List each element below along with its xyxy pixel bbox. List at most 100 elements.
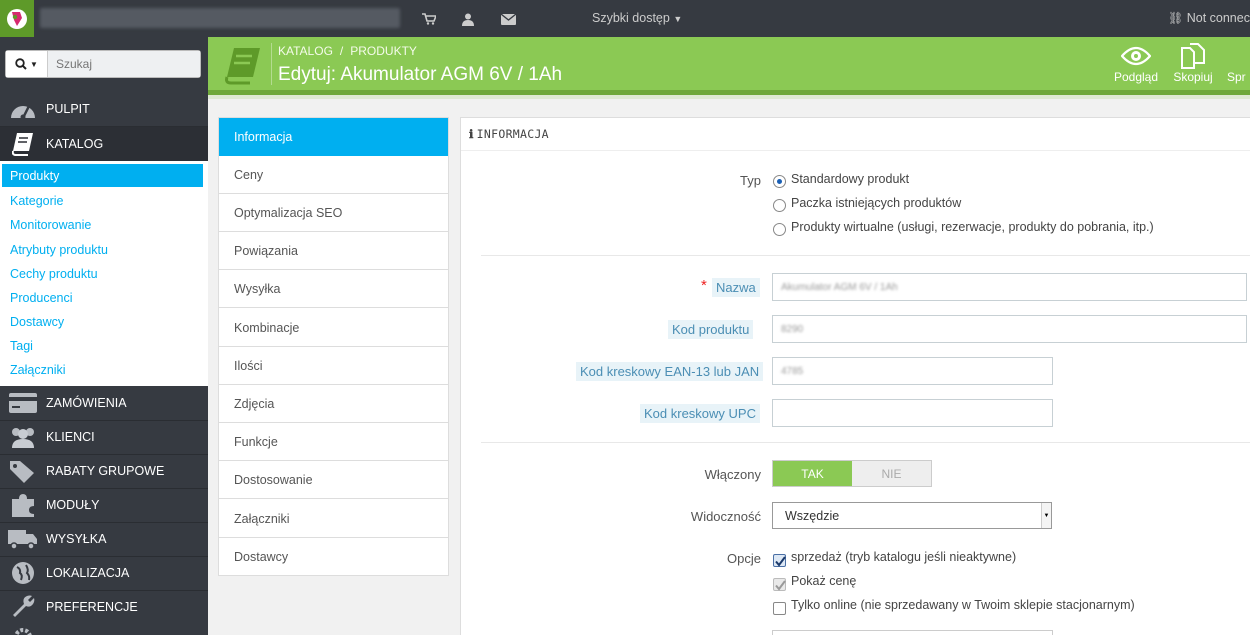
connection-status[interactable]: ⛓ Not connect: [1168, 11, 1250, 25]
options-label: Opcje: [727, 551, 761, 566]
submenu-item-produkty[interactable]: Produkty: [2, 164, 203, 187]
shop-name-blurred[interactable]: [40, 8, 400, 28]
duplicate-label: Skopiuj: [1173, 70, 1213, 84]
submenu-item-kategorie[interactable]: Kategorie: [2, 189, 203, 212]
product-tabs: Informacja Ceny Optymalizacja SEO Powiąz…: [218, 117, 449, 576]
preview-label: Podgląd: [1113, 70, 1159, 84]
catalog-submenu: Produkty Kategorie Monitorowanie Atrybut…: [0, 161, 208, 386]
upc-label: Kod kreskowy UPC: [640, 404, 760, 423]
sidebar-item-preferencje[interactable]: PREFERENCJE: [0, 590, 208, 624]
check-label: Spr: [1227, 70, 1246, 84]
breadcrumb-item[interactable]: KATALOG: [278, 44, 333, 58]
book-icon: [0, 132, 46, 156]
sidebar-item-lokalizacja[interactable]: LOKALIZACJA: [0, 556, 208, 590]
submenu-item-cechy[interactable]: Cechy produktu: [2, 262, 203, 285]
ean-input[interactable]: 4785: [772, 357, 1053, 385]
top-bar: Szybki dostęp ▼ ⛓ Not connect: [0, 0, 1250, 37]
ean-label: Kod kreskowy EAN-13 lub JAN: [576, 362, 764, 381]
visibility-select[interactable]: Wszędzie ▼: [772, 502, 1052, 529]
copy-icon: [1170, 42, 1216, 70]
quick-access-menu[interactable]: Szybki dostęp ▼: [592, 11, 682, 25]
name-value: Akumulator AGM 6V / 1Ah: [781, 281, 898, 293]
tab-dostosowanie[interactable]: Dostosowanie: [219, 461, 448, 499]
sidebar-item-pulpit[interactable]: PULPIT: [0, 92, 208, 126]
disconnected-icon: ⛓: [1168, 11, 1184, 25]
option-online-only-checkbox[interactable]: [773, 602, 786, 615]
check-button[interactable]: Spr: [1227, 42, 1250, 84]
submenu-item-monitorowanie[interactable]: Monitorowanie: [2, 213, 203, 236]
condition-select[interactable]: [772, 630, 1053, 635]
tab-zalaczniki[interactable]: Załączniki: [219, 500, 448, 538]
tab-funkcje[interactable]: Funkcje: [219, 423, 448, 461]
logo-icon: [7, 8, 27, 29]
required-asterisk: *: [701, 277, 707, 294]
name-input[interactable]: Akumulator AGM 6V / 1Ah: [772, 273, 1247, 301]
information-panel: ℹ INFORMACJA Typ Standardowy produkt Pac…: [460, 117, 1250, 635]
type-label: Typ: [740, 173, 761, 188]
sidebar-item-klienci[interactable]: KLIENCI: [0, 420, 208, 454]
tab-informacja[interactable]: Informacja: [219, 118, 448, 156]
type-radio-standard[interactable]: [773, 175, 786, 188]
sidebar-item-label: PREFERENCJE: [46, 600, 138, 614]
tab-seo[interactable]: Optymalizacja SEO: [219, 194, 448, 232]
sidebar-item-rabaty[interactable]: RABATY GRUPOWE: [0, 454, 208, 488]
option-label: Pokaż cenę: [791, 574, 857, 588]
duplicate-button[interactable]: Skopiuj: [1170, 42, 1216, 84]
enabled-switch[interactable]: TAK NIE: [772, 460, 932, 487]
caret-down-icon: ▼: [30, 59, 38, 69]
submenu-item-atrybuty[interactable]: Atrybuty produktu: [2, 238, 203, 261]
sidebar-item-zamowienia[interactable]: ZAMÓWIENIA: [0, 386, 208, 420]
sidebar-item-label: MODUŁY: [46, 498, 100, 512]
breadcrumb: KATALOG / PRODUKTY: [278, 44, 417, 58]
product-code-value: 8290: [781, 323, 804, 335]
eye-icon: [1112, 42, 1160, 70]
upc-input[interactable]: [772, 399, 1053, 427]
book-icon: [222, 45, 262, 85]
submenu-item-producenci[interactable]: Producenci: [2, 286, 203, 309]
globe-icon: [0, 561, 46, 585]
puzzle-icon: [0, 493, 46, 517]
quick-access-label: Szybki dostęp: [592, 11, 670, 25]
enabled-no-option[interactable]: NIE: [852, 461, 931, 486]
wrench-icon: [0, 595, 46, 619]
type-radio-virtual[interactable]: [773, 223, 786, 236]
option-show-price-checkbox[interactable]: [773, 578, 786, 591]
submenu-item-tagi[interactable]: Tagi: [2, 334, 203, 357]
preview-button[interactable]: Podgląd: [1112, 42, 1160, 84]
user-icon[interactable]: [459, 10, 477, 28]
breadcrumb-item[interactable]: PRODUKTY: [350, 44, 417, 58]
sidebar-item-label: PULPIT: [46, 102, 90, 116]
sidebar-item-label: LOKALIZACJA: [46, 566, 130, 580]
tab-ceny[interactable]: Ceny: [219, 156, 448, 194]
option-available-for-order-checkbox[interactable]: [773, 554, 786, 567]
prestashop-logo[interactable]: [0, 0, 34, 37]
tab-zdjecia[interactable]: Zdjęcia: [219, 385, 448, 423]
sidebar-item-wysylka[interactable]: WYSYŁKA: [0, 522, 208, 556]
tab-wysylka[interactable]: Wysyłka: [219, 270, 448, 308]
search-input[interactable]: [48, 51, 200, 77]
product-code-input[interactable]: 8290: [772, 315, 1247, 343]
tab-ilosci[interactable]: Ilości: [219, 347, 448, 385]
tab-dostawcy[interactable]: Dostawcy: [219, 538, 448, 576]
tab-kombinacje[interactable]: Kombinacje: [219, 309, 448, 347]
sidebar-item-katalog[interactable]: KATALOG: [0, 127, 208, 161]
submenu-item-zalaczniki[interactable]: Załączniki: [2, 358, 203, 381]
sidebar-item-moduly[interactable]: MODUŁY: [0, 488, 208, 522]
checkmark-icon: [775, 556, 786, 567]
type-radio-pack[interactable]: [773, 199, 786, 212]
cart-icon[interactable]: [420, 10, 438, 28]
dashboard-icon: [0, 98, 46, 120]
search-type-button[interactable]: ▼: [6, 51, 48, 77]
name-label: Nazwa: [712, 278, 760, 297]
gear-icon: [8, 627, 38, 635]
enabled-yes-option[interactable]: TAK: [773, 461, 852, 486]
tags-icon: [0, 459, 46, 483]
tab-powiazania[interactable]: Powiązania: [219, 232, 448, 270]
info-icon: ℹ: [469, 127, 474, 141]
type-option-label: Standardowy produkt: [791, 172, 910, 186]
submenu-item-dostawcy[interactable]: Dostawcy: [2, 310, 203, 333]
search-icon: [15, 58, 27, 70]
sidebar-item-label: KLIENCI: [46, 430, 95, 444]
select-arrow-icon: ▼: [1041, 503, 1051, 528]
envelope-icon[interactable]: [499, 10, 517, 28]
